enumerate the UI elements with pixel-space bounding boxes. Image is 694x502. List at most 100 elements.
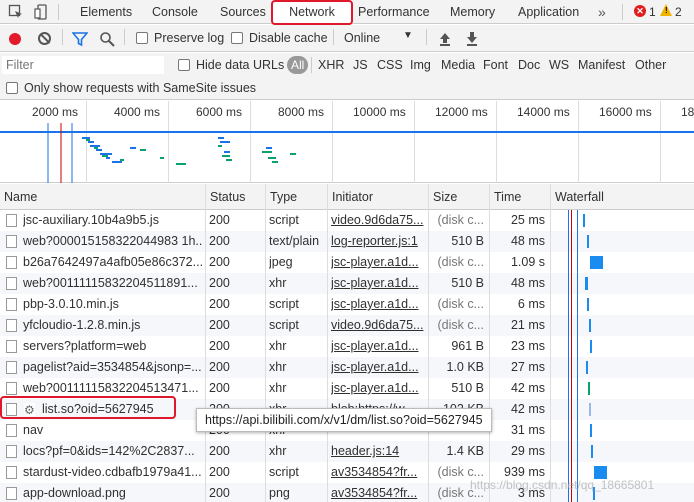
device-toolbar-icon[interactable] <box>34 4 50 20</box>
filter-input[interactable] <box>2 56 164 74</box>
throttling-select[interactable]: Online <box>344 31 380 45</box>
error-icon[interactable]: ✕ <box>634 5 646 17</box>
request-name[interactable]: stardust-video.cdbafb1979a41... <box>23 462 203 483</box>
chevron-down-icon[interactable]: ▼ <box>403 30 413 41</box>
more-tabs-button[interactable]: » <box>598 0 606 24</box>
request-name[interactable]: locs?pf=0&ids=142%2C2837... <box>23 441 203 462</box>
tab-elements[interactable]: Elements <box>80 0 132 24</box>
request-name[interactable]: b26a7642497a4afb05e86c372... <box>23 252 203 273</box>
column-divider <box>327 184 328 502</box>
table-row[interactable]: b26a7642497a4afb05e86c372... 200 jpeg jsc-p… <box>0 252 694 273</box>
column-header-initiator[interactable]: Initiator <box>327 184 373 210</box>
request-time: 1.09 s <box>510 255 545 269</box>
request-initiator[interactable]: av3534854?fr... <box>331 462 425 483</box>
request-name[interactable]: web?000015158322044983 1h... <box>23 231 203 252</box>
request-name[interactable]: pagelist?aid=3534854&jsonp=... <box>23 357 203 378</box>
preserve-log-checkbox[interactable] <box>136 32 148 44</box>
error-count[interactable]: 1 <box>649 0 656 24</box>
request-initiator[interactable]: video.9d6da75... <box>331 315 425 336</box>
record-icon[interactable] <box>9 33 21 45</box>
filter-type-css[interactable]: CSS <box>377 53 403 77</box>
clear-icon[interactable] <box>38 32 51 45</box>
file-icon <box>6 361 17 374</box>
column-header-status[interactable]: Status <box>205 184 245 210</box>
request-status: 200 <box>209 486 230 500</box>
disable-cache-checkbox[interactable] <box>231 32 243 44</box>
request-initiator[interactable]: jsc-player.a1d... <box>331 336 425 357</box>
filter-type-img[interactable]: Img <box>410 53 431 77</box>
table-row[interactable]: yfcloudio-1.2.8.min.js 200 script video.9d6… <box>0 315 694 336</box>
hide-data-urls-label[interactable]: Hide data URLs <box>196 58 284 72</box>
request-time: 21 ms <box>510 318 545 332</box>
filter-type-font[interactable]: Font <box>483 53 508 77</box>
preserve-log-label[interactable]: Preserve log <box>154 31 224 45</box>
column-header-size[interactable]: Size <box>428 184 457 210</box>
samesite-label[interactable]: Only show requests with SameSite issues <box>24 81 256 95</box>
file-icon <box>6 256 17 269</box>
filter-type-other[interactable]: Other <box>635 53 666 77</box>
request-status: 200 <box>209 297 230 311</box>
request-type: png <box>269 486 290 500</box>
network-overview[interactable]: 2000 ms 4000 ms 6000 ms 8000 ms 10000 ms… <box>0 101 694 183</box>
column-header-name[interactable]: Name <box>0 184 37 210</box>
warning-count[interactable]: 2 <box>675 0 682 24</box>
filter-type-js[interactable]: JS <box>353 53 368 77</box>
filter-icon[interactable] <box>72 31 88 47</box>
samesite-checkbox[interactable] <box>6 82 18 94</box>
request-status: 200 <box>209 381 230 395</box>
tab-console[interactable]: Console <box>152 0 198 24</box>
hide-data-urls-checkbox[interactable] <box>178 59 190 71</box>
request-initiator[interactable]: jsc-player.a1d... <box>331 273 425 294</box>
tab-performance[interactable]: Performance <box>358 0 430 24</box>
table-row[interactable]: pagelist?aid=3534854&jsonp=... 200 xhr jsc-… <box>0 357 694 378</box>
waterfall-bar <box>591 445 593 458</box>
tab-memory[interactable]: Memory <box>450 0 495 24</box>
request-initiator[interactable]: video.9d6da75... <box>331 210 425 231</box>
search-icon[interactable] <box>99 31 115 47</box>
request-name[interactable]: web?00111115832204511891... <box>23 273 203 294</box>
request-name[interactable]: app-download.png <box>23 483 203 502</box>
table-row[interactable]: servers?platform=web 200 xhr jsc-player.a1d… <box>0 336 694 357</box>
request-initiator[interactable]: av3534854?fr... <box>331 483 425 502</box>
filter-type-manifest[interactable]: Manifest <box>578 53 625 77</box>
request-name[interactable]: nav <box>23 420 203 441</box>
inspect-element-icon[interactable] <box>8 4 24 20</box>
request-type: xhr <box>269 360 287 374</box>
filter-type-ws[interactable]: WS <box>549 53 569 77</box>
filter-type-media[interactable]: Media <box>441 53 475 77</box>
request-time: 6 ms <box>517 297 545 311</box>
column-header-type[interactable]: Type <box>265 184 297 210</box>
table-row[interactable]: pbp-3.0.10.min.js 200 script jsc-player.a1d… <box>0 294 694 315</box>
watermark-text: https://blog.csdn.net/qq_18665801 <box>470 478 655 492</box>
request-initiator[interactable]: jsc-player.a1d... <box>331 252 425 273</box>
request-status: 200 <box>209 213 230 227</box>
toolbar-separator <box>311 57 312 73</box>
waterfall-bar <box>590 424 592 437</box>
request-name[interactable]: servers?platform=web <box>23 336 203 357</box>
request-initiator[interactable]: header.js:14 <box>331 441 425 462</box>
tab-application[interactable]: Application <box>518 0 579 24</box>
request-name[interactable]: yfcloudio-1.2.8.min.js <box>23 315 203 336</box>
export-har-icon[interactable] <box>464 31 480 47</box>
table-row[interactable]: web?00111115832204511891... 200 xhr jsc-pla… <box>0 273 694 294</box>
request-name[interactable]: pbp-3.0.10.min.js <box>23 294 203 315</box>
request-initiator[interactable]: jsc-player.a1d... <box>331 294 425 315</box>
column-header-waterfall[interactable]: Waterfall <box>550 184 604 210</box>
request-initiator[interactable]: jsc-player.a1d... <box>331 357 425 378</box>
network-toolbar: Preserve log Disable cache Online ▼ <box>0 25 694 52</box>
request-name[interactable]: jsc-auxiliary.10b4a9b5.js <box>23 210 203 231</box>
filter-type-xhr[interactable]: XHR <box>318 53 344 77</box>
request-size: (disk c... <box>437 255 484 269</box>
column-header-time[interactable]: Time <box>489 184 521 210</box>
filter-type-doc[interactable]: Doc <box>518 53 540 77</box>
disable-cache-label[interactable]: Disable cache <box>249 31 328 45</box>
filter-type-all[interactable]: All <box>287 56 309 74</box>
tab-sources[interactable]: Sources <box>220 0 266 24</box>
table-row[interactable]: jsc-auxiliary.10b4a9b5.js 200 script video.… <box>0 210 694 231</box>
request-initiator[interactable]: log-reporter.js:1 <box>331 231 425 252</box>
request-type: script <box>269 465 299 479</box>
table-row[interactable]: locs?pf=0&ids=142%2C2837... 200 xhr header.… <box>0 441 694 462</box>
request-initiator[interactable]: jsc-player.a1d... <box>331 378 425 399</box>
table-row[interactable]: web?000015158322044983 1h... 200 text/plai… <box>0 231 694 252</box>
import-har-icon[interactable] <box>437 31 453 47</box>
